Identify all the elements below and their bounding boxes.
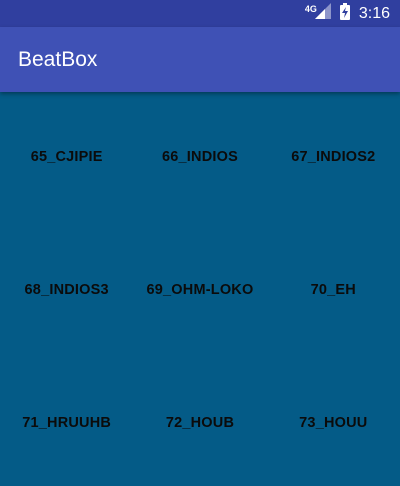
sound-button-70-eh[interactable]: 70_EH [267, 225, 400, 358]
sound-button-73-houu[interactable]: 73_HOUU [267, 358, 400, 486]
status-bar: 4G 3:16 [0, 0, 400, 27]
sound-button-71-hruuhb[interactable]: 71_HRUUHB [0, 358, 133, 486]
signal-icon [314, 3, 331, 24]
sound-button-69-ohm-loko[interactable]: 69_OHM-LOKO [133, 225, 266, 358]
network-type-label: 4G [304, 3, 317, 14]
sound-button-67-indios2[interactable]: 67_INDIOS2 [267, 92, 400, 225]
sound-button-72-houb[interactable]: 72_HOUB [133, 358, 266, 486]
app-toolbar: BeatBox [0, 27, 400, 92]
battery-charging-icon [339, 2, 350, 25]
sound-button-65-cjipie[interactable]: 65_CJIPIE [0, 92, 133, 225]
status-clock: 3:16 [358, 4, 390, 22]
sound-button-66-indios[interactable]: 66_INDIOS [133, 92, 266, 225]
sound-grid: 65_CJIPIE 66_INDIOS 67_INDIOS2 68_INDIOS… [0, 92, 400, 486]
app-title: BeatBox [18, 47, 98, 71]
sound-button-68-indios3[interactable]: 68_INDIOS3 [0, 225, 133, 358]
